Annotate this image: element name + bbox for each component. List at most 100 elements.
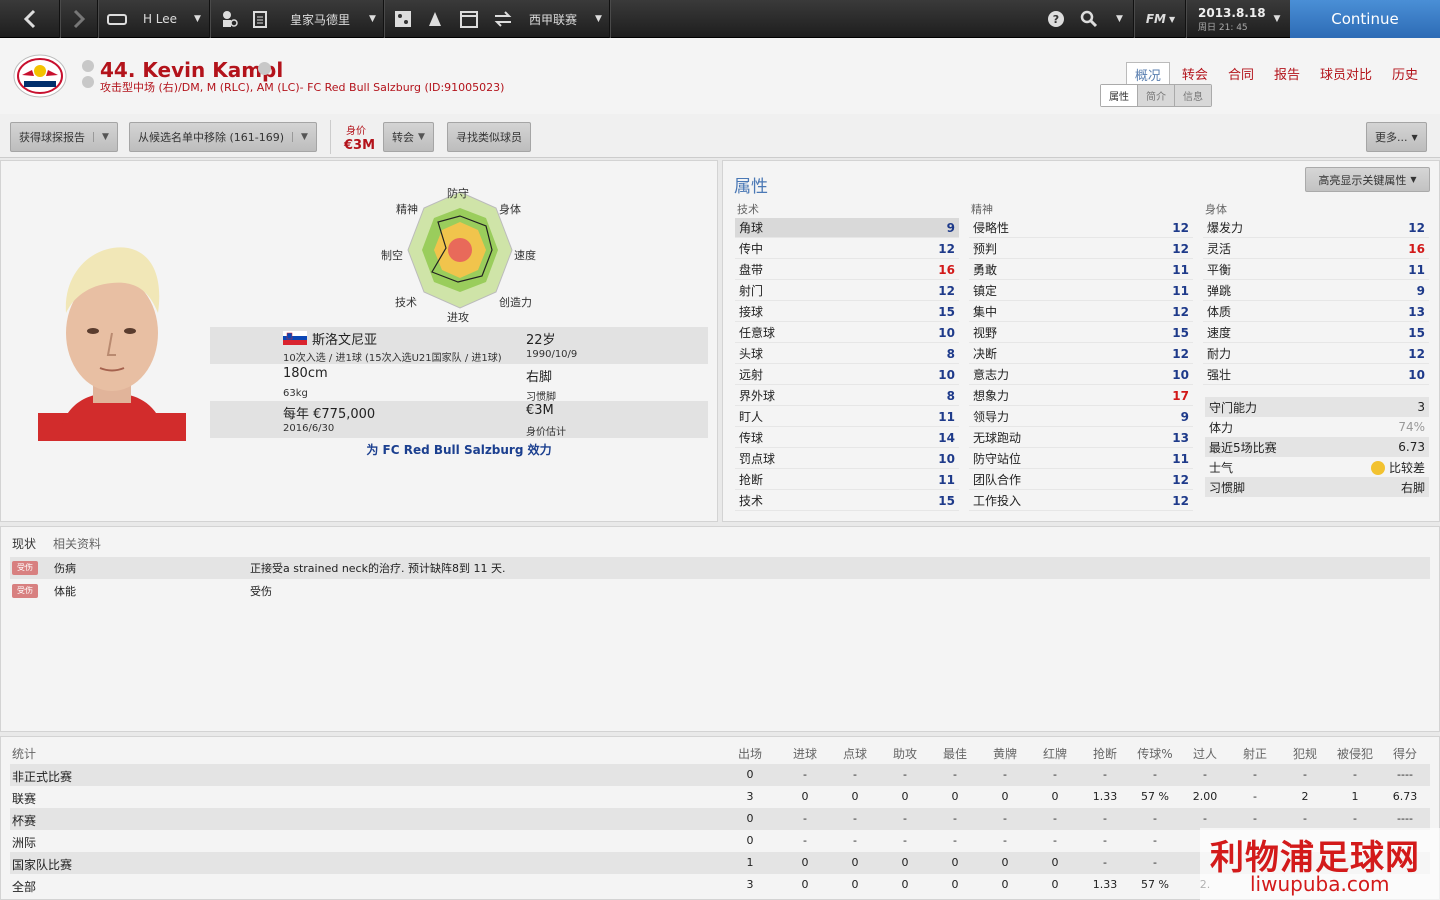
attribute-row[interactable]: 角球 9	[735, 218, 959, 238]
chevron-down-icon[interactable]: ▼	[1106, 0, 1134, 38]
subtab-profile[interactable]: 简介	[1138, 85, 1175, 106]
stats-column-header[interactable]: 最佳	[935, 745, 975, 762]
attribute-row[interactable]: 盘带 16	[735, 260, 959, 280]
current-club-link[interactable]: 为 FC Red Bull Salzburg 效力	[210, 441, 708, 458]
manager-icon[interactable]	[104, 0, 130, 38]
scout-report-button[interactable]: 获得球探报告 ▼	[10, 122, 118, 152]
transfer-button[interactable]: 转会 ▼	[383, 122, 434, 152]
stats-column-header[interactable]: 点球	[835, 745, 875, 762]
subtab-info[interactable]: 信息	[1175, 85, 1211, 106]
staff-icon[interactable]	[216, 0, 242, 38]
attribute-name: 防守站位	[973, 452, 1022, 466]
stats-column-header[interactable]: 出场	[730, 745, 770, 762]
stats-column-header[interactable]: 黄牌	[985, 745, 1025, 762]
attribute-row[interactable]: 传中 12	[735, 239, 959, 259]
attribute-row[interactable]: 侵略性 12	[969, 218, 1193, 238]
attribute-row[interactable]: 射门 12	[735, 281, 959, 301]
date-display[interactable]: 2013.8.18 周日 21: 45	[1190, 0, 1266, 38]
chevron-down-icon[interactable]: ▼	[362, 0, 384, 38]
attribute-row[interactable]: 集中 12	[969, 302, 1193, 322]
chevron-down-icon[interactable]: ▼	[186, 0, 210, 38]
tab-compare[interactable]: 球员对比	[1312, 62, 1380, 87]
tab-report[interactable]: 报告	[1266, 62, 1308, 87]
competition-menu[interactable]: 西甲联赛	[520, 0, 586, 38]
transfer-icon[interactable]	[490, 0, 516, 38]
stats-column-header[interactable]: 进球	[785, 745, 825, 762]
attribute-row[interactable]: 技术 15	[735, 491, 959, 511]
attribute-row[interactable]: 意志力 10	[969, 365, 1193, 385]
attribute-row[interactable]: 预判 12	[969, 239, 1193, 259]
attribute-row[interactable]: 勇敢 11	[969, 260, 1193, 280]
stats-column-header[interactable]: 得分	[1385, 745, 1425, 762]
chevron-down-icon[interactable]: ▼	[1266, 0, 1288, 38]
attribute-row[interactable]: 平衡 11	[1203, 260, 1429, 280]
attribute-row[interactable]: 抢断 11	[735, 470, 959, 490]
tab-status[interactable]: 现状	[12, 535, 36, 552]
attribute-row[interactable]: 界外球 8	[735, 386, 959, 406]
stats-column-header[interactable]: 传球%	[1135, 745, 1175, 762]
attribute-row[interactable]: 想象力 17	[969, 386, 1193, 406]
calendar-icon[interactable]	[456, 0, 482, 38]
tab-contract[interactable]: 合同	[1220, 62, 1262, 87]
attribute-row[interactable]: 决断 12	[969, 344, 1193, 364]
stats-column-header[interactable]: 助攻	[885, 745, 925, 762]
tab-history[interactable]: 历史	[1384, 62, 1426, 87]
help-icon[interactable]: ?	[1042, 0, 1070, 38]
attribute-row[interactable]: 远射 10	[735, 365, 959, 385]
stats-column-header[interactable]: 犯规	[1285, 745, 1325, 762]
stats-column-header[interactable]: 被侵犯	[1335, 745, 1375, 762]
stats-column-header[interactable]: 抢断	[1085, 745, 1125, 762]
summary-label: 体力	[1209, 420, 1234, 435]
attribute-row[interactable]: 盯人 11	[735, 407, 959, 427]
attribute-row[interactable]: 速度 15	[1203, 323, 1429, 343]
summary-value: 比较差	[1370, 459, 1425, 476]
back-button[interactable]	[0, 0, 60, 38]
more-button[interactable]: 更多... ▼	[1366, 122, 1427, 152]
tab-related-info[interactable]: 相关资料	[53, 535, 101, 552]
stats-column-header[interactable]: 红牌	[1035, 745, 1075, 762]
attribute-row[interactable]: 领导力 9	[969, 407, 1193, 427]
attribute-row[interactable]: 强壮 10	[1203, 365, 1429, 385]
attribute-row[interactable]: 防守站位 11	[969, 449, 1193, 469]
attribute-value: 8	[946, 388, 955, 403]
search-icon[interactable]	[1074, 0, 1104, 38]
tactics-icon[interactable]	[390, 0, 416, 38]
attribute-row[interactable]: 接球 15	[735, 302, 959, 322]
remove-shortlist-button[interactable]: 从候选名单中移除 (161-169) ▼	[129, 122, 317, 152]
stats-column-header[interactable]: 过人	[1185, 745, 1225, 762]
find-similar-button[interactable]: 寻找类似球员	[447, 122, 531, 152]
value-label: 身价	[346, 126, 366, 137]
player-options-icon[interactable]	[258, 62, 271, 75]
attribute-row[interactable]: 弹跳 9	[1203, 281, 1429, 301]
chevron-down-icon[interactable]: ▼	[588, 0, 610, 38]
attribute-row[interactable]: 头球 8	[735, 344, 959, 364]
training-icon[interactable]	[422, 0, 448, 38]
shortlist-toggle[interactable]	[82, 76, 94, 88]
manager-menu[interactable]: H Lee	[136, 0, 184, 38]
attribute-row[interactable]: 灵活 16	[1203, 239, 1429, 259]
stats-column-header[interactable]: 射正	[1235, 745, 1275, 762]
stats-row[interactable]: 联赛 3 0 0 0 0 0 0 1.33 57 % 2.00-2 1 6.73	[10, 786, 1430, 808]
highlight-key-attributes-button[interactable]: 高亮显示关键属性 ▼	[1305, 167, 1430, 192]
attribute-row[interactable]: 传球 14	[735, 428, 959, 448]
attribute-row[interactable]: 任意球 10	[735, 323, 959, 343]
attribute-row[interactable]: 视野 15	[969, 323, 1193, 343]
attribute-row[interactable]: 无球跑动 13	[969, 428, 1193, 448]
attribute-row[interactable]: 镇定 11	[969, 281, 1193, 301]
clipboard-icon[interactable]	[248, 0, 272, 38]
subtab-attributes[interactable]: 属性	[1101, 85, 1138, 106]
attribute-row[interactable]: 罚点球 10	[735, 449, 959, 469]
forward-button[interactable]	[60, 0, 98, 38]
stats-row[interactable]: 非正式比赛 0- - - - - - - - - - - - ----	[10, 764, 1430, 786]
club-menu[interactable]: 皇家马德里	[280, 0, 360, 38]
summary-row: 士气 比较差	[1205, 457, 1429, 477]
attribute-row[interactable]: 团队合作 12	[969, 470, 1193, 490]
attribute-row[interactable]: 工作投入 12	[969, 491, 1193, 511]
favorite-toggle[interactable]	[82, 60, 94, 72]
attribute-row[interactable]: 体质 13	[1203, 302, 1429, 322]
attribute-row[interactable]: 耐力 12	[1203, 344, 1429, 364]
stats-row[interactable]: 杯赛 0- - - - - - - - - - - - ----	[10, 808, 1430, 830]
attribute-row[interactable]: 爆发力 12	[1203, 218, 1429, 238]
continue-button[interactable]: Continue	[1290, 0, 1440, 38]
fm-menu[interactable]: FM ▼	[1136, 0, 1186, 38]
